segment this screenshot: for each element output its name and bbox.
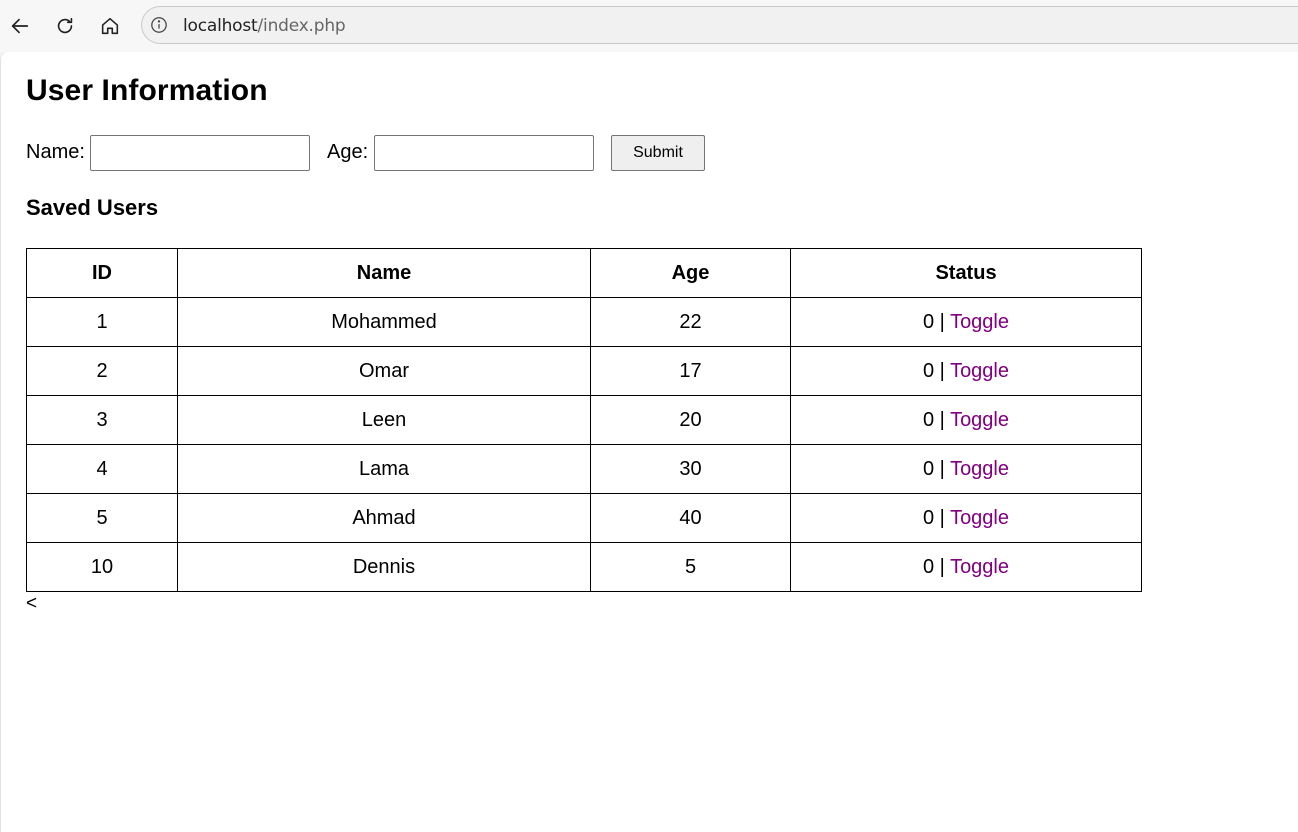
- status-separator: |: [934, 359, 951, 382]
- cell-name: Omar: [177, 346, 591, 396]
- age-label: Age:: [327, 141, 369, 163]
- toggle-link[interactable]: Toggle: [950, 556, 1009, 578]
- cell-name: Leen: [177, 395, 591, 445]
- status-separator: |: [934, 457, 951, 480]
- cell-name: Dennis: [177, 542, 591, 592]
- age-input[interactable]: [374, 135, 594, 171]
- cell-age: 30: [590, 444, 791, 494]
- back-button[interactable]: [3, 9, 37, 43]
- url-host: localhost: [183, 16, 258, 36]
- cell-age: 40: [590, 493, 791, 543]
- cell-status: 0 | Toggle: [790, 444, 1142, 494]
- cell-age: 20: [590, 395, 791, 445]
- cell-status: 0 | Toggle: [790, 346, 1142, 396]
- cell-id: 1: [26, 297, 178, 347]
- url-path: /index.php: [257, 16, 346, 36]
- cell-id: 4: [26, 444, 178, 494]
- cell-id: 3: [26, 395, 178, 445]
- cell-age: 22: [590, 297, 791, 347]
- reload-icon: [57, 17, 73, 34]
- back-arrow-icon: [11, 18, 29, 34]
- browser-toolbar: localhost/index.php: [0, 0, 1298, 52]
- home-button[interactable]: [93, 9, 127, 43]
- header-name: Name: [177, 248, 591, 298]
- status-separator: |: [934, 506, 951, 529]
- table-row: 1 Mohammed 22 0 | Toggle: [26, 297, 1142, 347]
- table-row: 5 Ahmad 40 0 | Toggle: [26, 493, 1142, 543]
- stray-text: <: [26, 593, 38, 614]
- table-row: 4 Lama 30 0 | Toggle: [26, 444, 1142, 494]
- cell-age: 5: [590, 542, 791, 592]
- users-table: ID Name Age Status 1 Mohammed 22 0 | Tog…: [26, 248, 1142, 592]
- home-icon: [101, 17, 119, 35]
- table-header-row: ID Name Age Status: [26, 248, 1142, 298]
- cell-id: 5: [26, 493, 178, 543]
- table-row: 2 Omar 17 0 | Toggle: [26, 346, 1142, 396]
- reload-button[interactable]: [48, 9, 82, 43]
- toggle-link[interactable]: Toggle: [950, 458, 1009, 480]
- status-value: 0: [922, 555, 935, 578]
- cell-status: 0 | Toggle: [790, 542, 1142, 592]
- url-text: localhost/index.php: [183, 16, 346, 36]
- header-age: Age: [590, 248, 791, 298]
- site-info-icon[interactable]: [150, 16, 168, 34]
- status-value: 0: [922, 408, 935, 431]
- status-value: 0: [922, 310, 935, 333]
- table-row: 10 Dennis 5 0 | Toggle: [26, 542, 1142, 592]
- submit-button[interactable]: Submit: [611, 135, 705, 171]
- header-id: ID: [26, 248, 178, 298]
- status-value: 0: [922, 457, 935, 480]
- status-value: 0: [922, 506, 935, 529]
- cell-status: 0 | Toggle: [790, 297, 1142, 347]
- cell-id: 2: [26, 346, 178, 396]
- cell-name: Lama: [177, 444, 591, 494]
- name-label: Name:: [26, 141, 85, 163]
- cell-age: 17: [590, 346, 791, 396]
- header-status: Status: [790, 248, 1142, 298]
- name-input[interactable]: [90, 135, 310, 171]
- address-bar[interactable]: localhost/index.php: [141, 6, 1298, 44]
- status-separator: |: [934, 310, 951, 333]
- cell-id: 10: [26, 542, 178, 592]
- table-row: 3 Leen 20 0 | Toggle: [26, 395, 1142, 445]
- cell-status: 0 | Toggle: [790, 493, 1142, 543]
- cell-name: Mohammed: [177, 297, 591, 347]
- saved-users-heading: Saved Users: [26, 195, 159, 220]
- status-separator: |: [934, 555, 951, 578]
- status-value: 0: [922, 359, 935, 382]
- status-separator: |: [934, 408, 951, 431]
- cell-status: 0 | Toggle: [790, 395, 1142, 445]
- cell-name: Ahmad: [177, 493, 591, 543]
- toggle-link[interactable]: Toggle: [950, 409, 1009, 431]
- page-title: User Information: [26, 74, 268, 107]
- page-content: User Information Name: Age: Submit Saved…: [0, 52, 1298, 832]
- toggle-link[interactable]: Toggle: [950, 507, 1009, 529]
- toggle-link[interactable]: Toggle: [950, 360, 1009, 382]
- toggle-link[interactable]: Toggle: [950, 311, 1009, 333]
